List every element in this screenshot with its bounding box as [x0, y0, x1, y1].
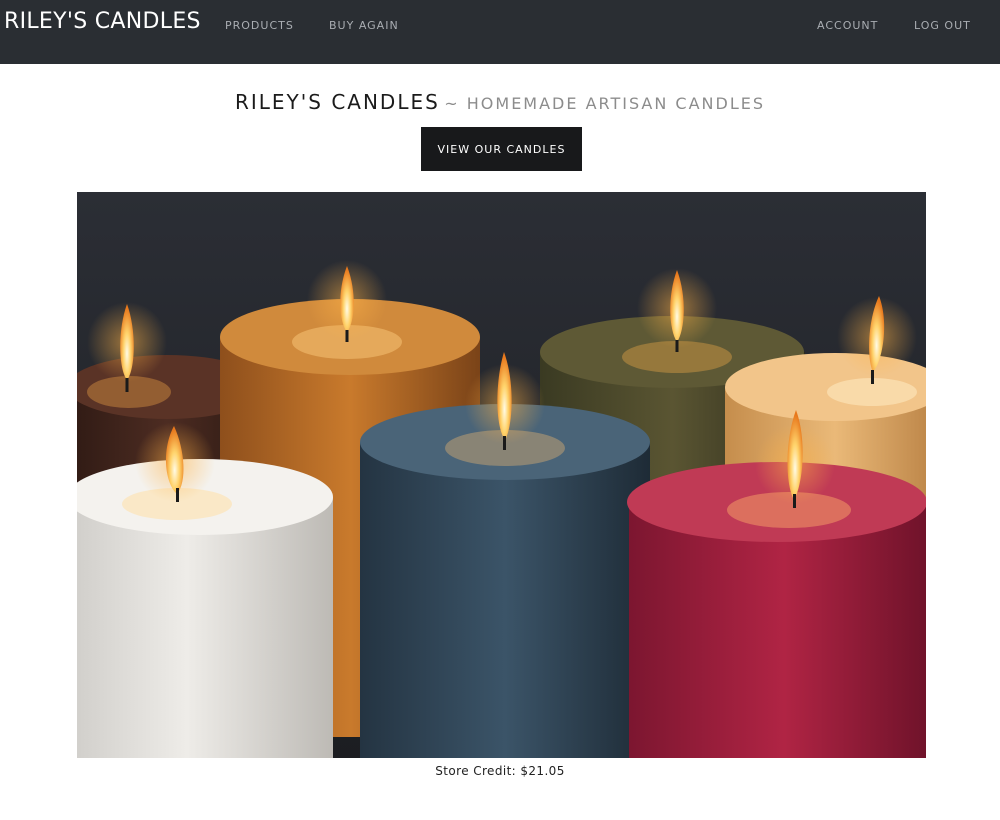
top-navbar: RILEY'S CANDLES PRODUCTS BUY AGAIN ACCOU…: [0, 0, 1000, 64]
store-credit: Store Credit: $21.05: [435, 764, 565, 778]
brand-logo-link[interactable]: RILEY'S CANDLES: [4, 9, 201, 34]
view-candles-button[interactable]: VIEW OUR CANDLES: [421, 127, 582, 171]
candles-photo: [77, 192, 926, 758]
nav-link-account[interactable]: ACCOUNT: [817, 19, 878, 32]
nav-link-buy-again[interactable]: BUY AGAIN: [329, 19, 399, 32]
hero-image: [77, 192, 926, 758]
nav-link-log-out[interactable]: LOG OUT: [914, 19, 971, 32]
nav-link-products[interactable]: PRODUCTS: [225, 19, 294, 32]
page-subtitle: ~ HOMEMADE ARTISAN CANDLES: [444, 94, 765, 113]
page-heading: RILEY'S CANDLES ~ HOMEMADE ARTISAN CANDL…: [0, 90, 1000, 114]
white-candle: [77, 422, 333, 758]
page-title: RILEY'S CANDLES: [234, 90, 440, 114]
